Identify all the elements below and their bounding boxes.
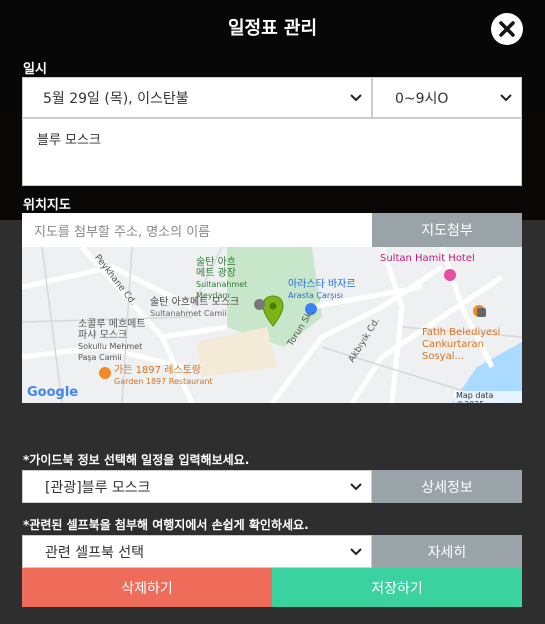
guidebook-select[interactable]: [관광]블루 모스크 [22, 470, 372, 503]
map-copyright: Map data ©2025 [454, 391, 522, 403]
guidebook-label: *가이드북 정보 선택해 일정을 입력해보세요. [23, 453, 250, 467]
map-label-sokullu-en2: Paşa Camii [78, 353, 122, 362]
date-select[interactable]: 5월 29일 (목), 이스탄불 [22, 77, 372, 118]
time-select-value: 0~9시O [395, 90, 449, 107]
map-label-mosque-en: Sultanahmet Camii [150, 309, 227, 318]
memo-textarea[interactable]: 블루 모스크 [22, 118, 522, 186]
map-label-bazaar-en: Arasta Çarşısı [288, 291, 343, 300]
chevron-down-icon [350, 547, 362, 555]
schedule-label: 일시 [23, 62, 47, 77]
map-view[interactable]: 술탄 아흐 메트 광장 Sultanahmet Meydanı 술탄 아흐메트 … [22, 247, 522, 403]
close-icon [499, 21, 515, 37]
map-pin-marker[interactable] [262, 295, 284, 327]
chevron-down-icon [350, 482, 362, 490]
hotel-icon [444, 269, 456, 281]
selfbook-select-value: 관련 셀프북 선택 [45, 544, 145, 561]
mosque-icon [254, 299, 265, 310]
map-label-garden-en: Garden 1897 Restaurant [114, 377, 213, 386]
attach-map-button[interactable]: 지도첨부 [372, 213, 522, 247]
address-input[interactable]: 지도를 첨부할 주소, 명소의 이름 [22, 213, 372, 247]
selfbook-detail-button[interactable]: 자세히 [372, 535, 522, 568]
guidebook-select-value: [관광]블루 모스크 [45, 479, 151, 496]
map-label-square-kr2: 메트 광장 [196, 268, 236, 279]
map-label-square-kr: 술탄 아흐 [196, 257, 236, 268]
guidebook-detail-button[interactable]: 상세정보 [372, 470, 522, 503]
location-label: 위치지도 [23, 198, 71, 213]
map-label-bazaar-kr: 아라스타 바자르 [288, 279, 356, 290]
time-select[interactable]: 0~9시O [372, 77, 522, 118]
map-pin-icon [262, 295, 284, 327]
map-label-sokullu-kr2: 파샤 모스크 [78, 330, 128, 341]
save-button[interactable]: 저장하기 [272, 568, 522, 607]
map-label-garden-kr: 가든 1897 레스토랑 [114, 365, 202, 376]
chevron-down-icon [500, 93, 512, 101]
restaurant-icon [99, 367, 111, 379]
map-label-fatih2: Cankurtaran Sosyal... [422, 339, 485, 362]
google-logo: Google [27, 385, 79, 400]
selfbook-select[interactable]: 관련 셀프북 선택 [22, 535, 372, 568]
date-select-value: 5월 29일 (목), 이스탄불 [43, 90, 189, 107]
map-label-sokullu-en: Sokullu Mehmet [78, 342, 143, 351]
map-label-square-en: Sultanahmet [196, 280, 248, 289]
map-label-hotel: Sultan Hamit Hotel [380, 253, 475, 264]
close-button[interactable] [491, 13, 523, 45]
delete-button[interactable]: 삭제하기 [22, 568, 272, 607]
map-label-sokullu-kr: 소콜루 메흐메트 [78, 319, 146, 330]
map-label-fatih1: Fatih Belediyesi [422, 327, 501, 338]
map-label-mosque-kr: 술탄 아흐메트 모스크 [150, 297, 240, 308]
modal-title: 일정표 관리 [227, 18, 318, 39]
chevron-down-icon [350, 93, 362, 101]
selfbook-label: *관련된 셀프북을 첨부해 여행지에서 손쉽게 확인하세요. [23, 518, 309, 532]
lock-icon [477, 308, 486, 317]
